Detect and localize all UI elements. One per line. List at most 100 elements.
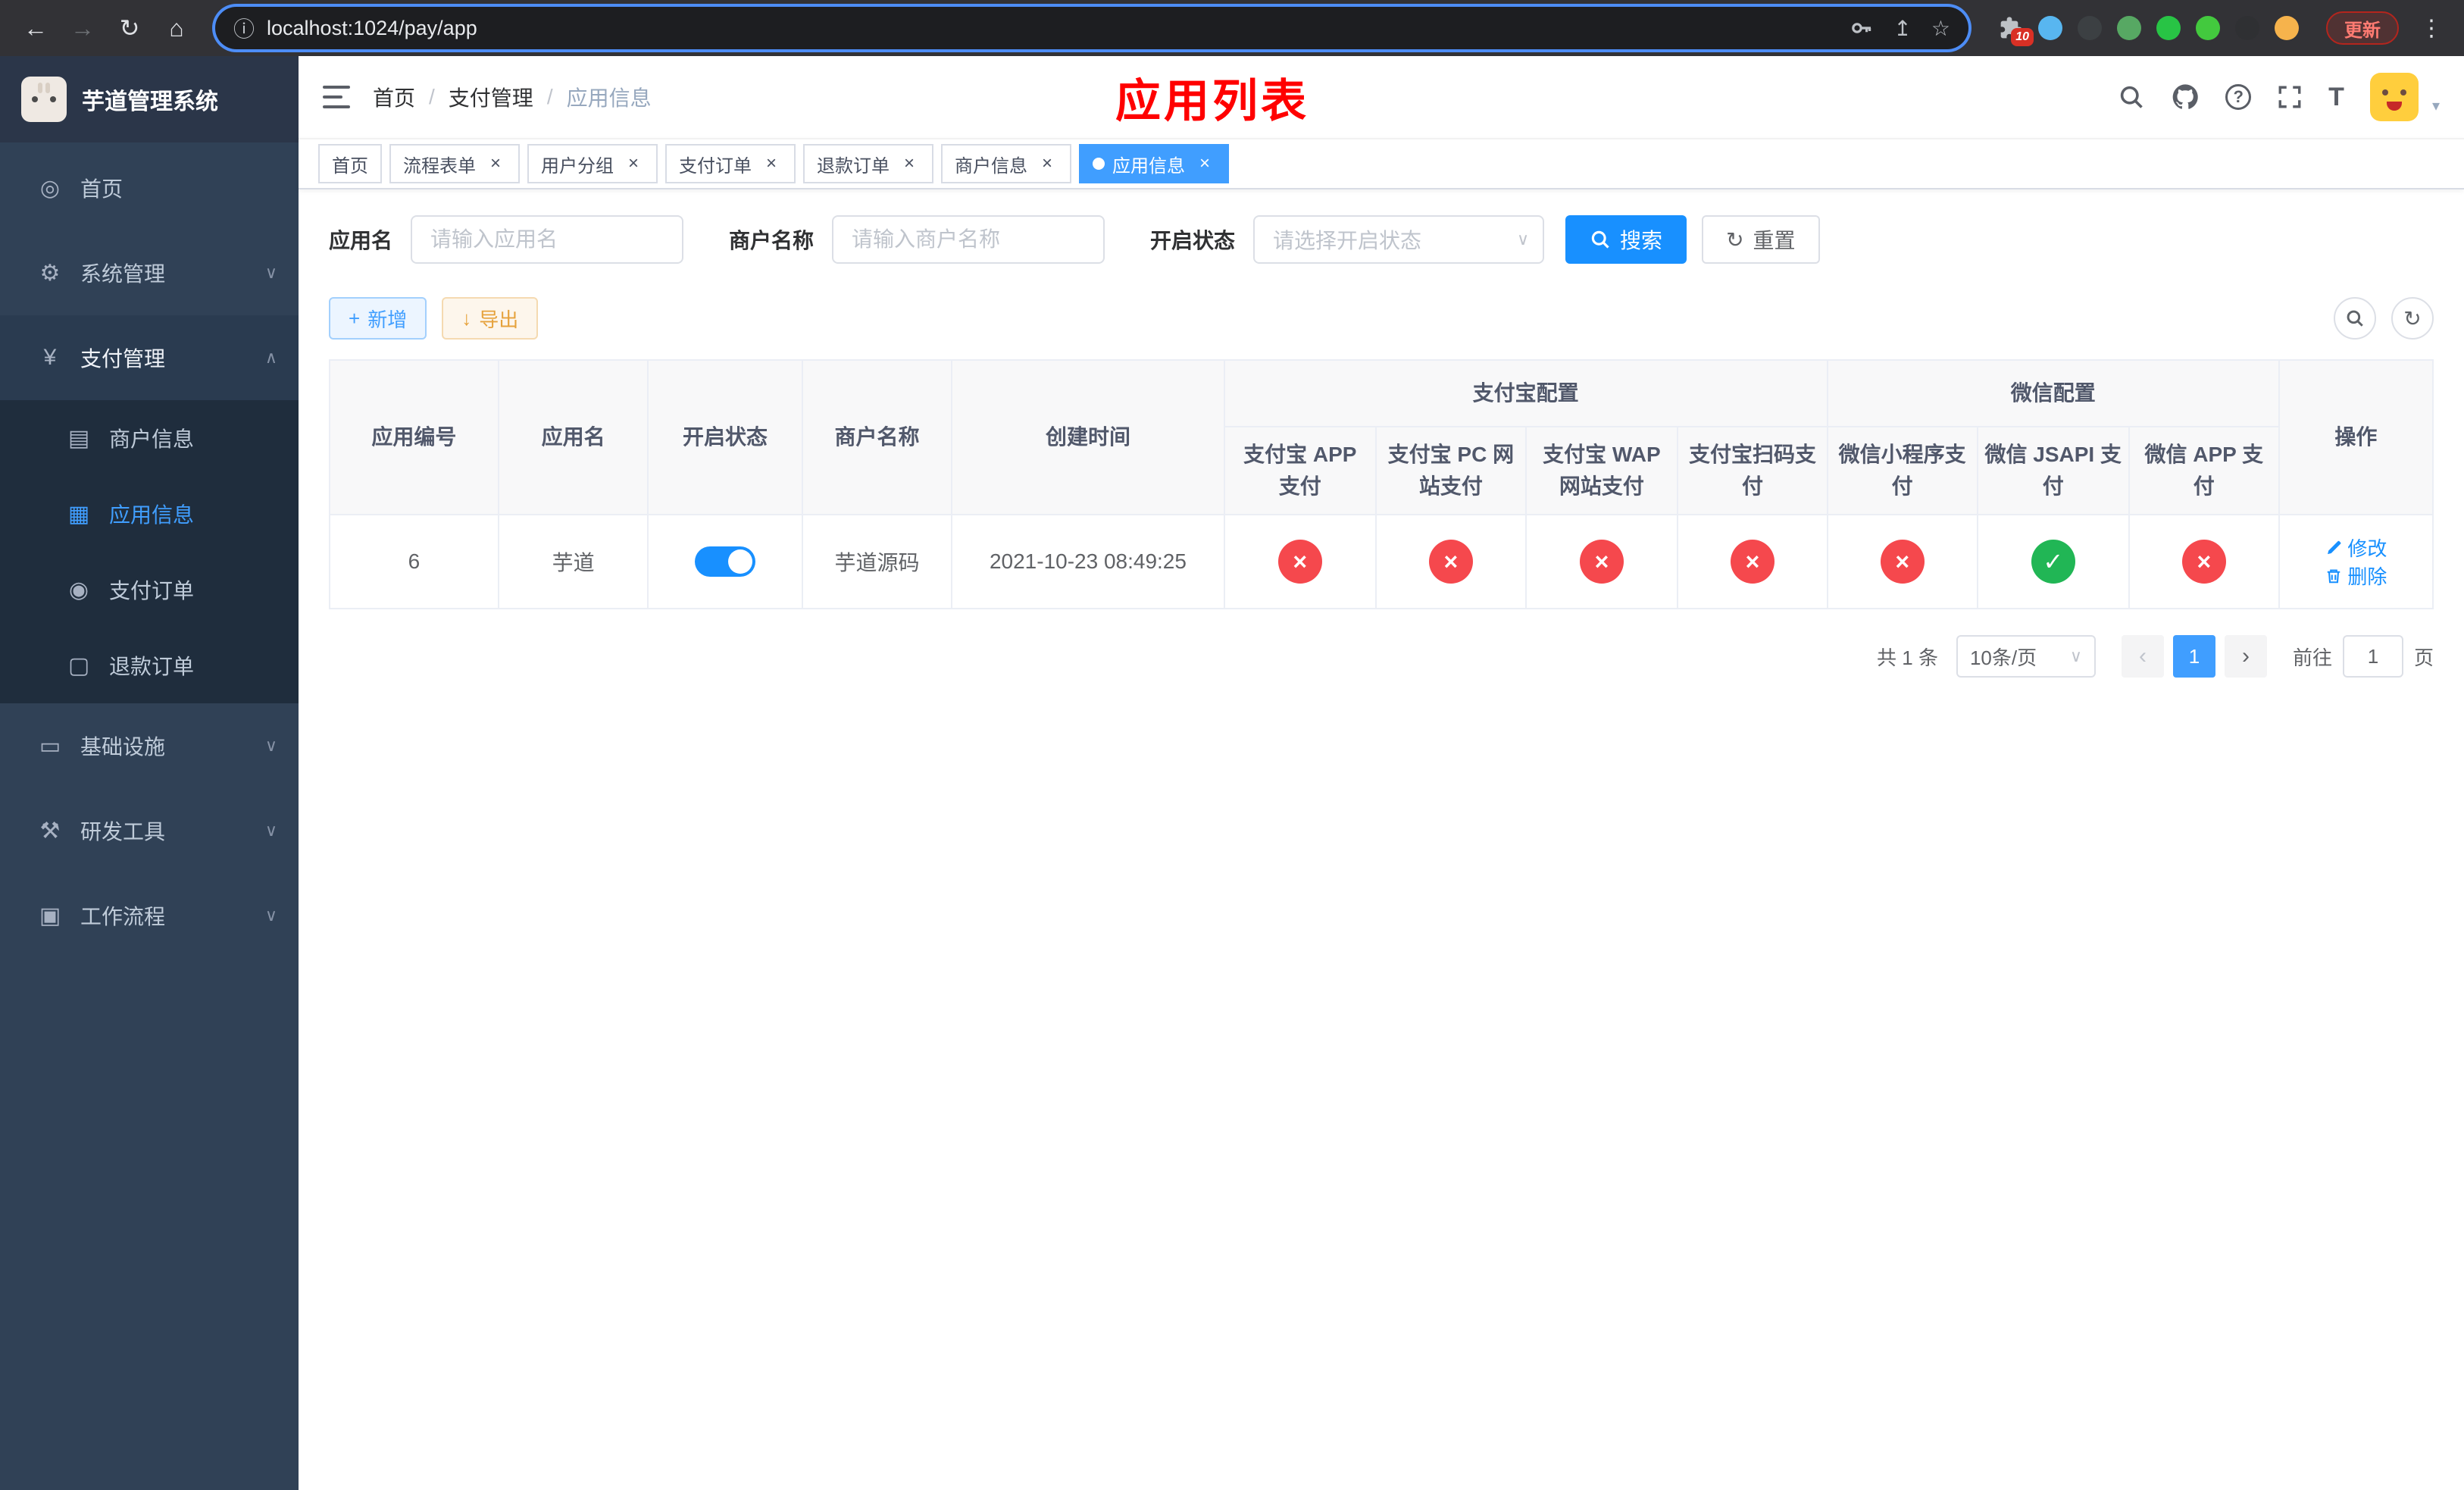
help-icon[interactable]: ? xyxy=(2225,84,2252,110)
export-button[interactable]: ↓ 导出 xyxy=(442,297,539,340)
search-icon[interactable] xyxy=(2118,83,2145,111)
sidebar-item-app-info[interactable]: ▦ 应用信息 xyxy=(0,476,299,552)
tab-merchant-info[interactable]: 商户信息 × xyxy=(941,144,1071,183)
back-icon[interactable]: ← xyxy=(15,8,56,49)
search-button[interactable]: 搜索 xyxy=(1565,215,1687,264)
close-icon[interactable]: × xyxy=(1194,153,1215,174)
page-size-select[interactable]: 10条/页 ∨ xyxy=(1956,635,2096,678)
menu-workflow-icon: ▣ xyxy=(39,903,61,928)
tab-label: 退款订单 xyxy=(817,155,890,177)
add-button[interactable]: + 新增 xyxy=(329,297,427,340)
sidebar-item-merchant-info[interactable]: ▤ 商户信息 xyxy=(0,400,299,476)
goto-label: 前往 xyxy=(2292,646,2332,669)
sidebar-item-refund-order[interactable]: ▢ 退款订单 xyxy=(0,628,299,703)
extensions-area: 10 xyxy=(1987,16,2311,46)
breadcrumb-separator: / xyxy=(546,85,553,108)
sidebar-item-home[interactable]: ◎ 首页 xyxy=(0,146,299,230)
close-icon[interactable]: × xyxy=(623,153,644,174)
tab-label: 应用信息 xyxy=(1112,155,1185,177)
browser-menu-icon[interactable]: ⋮ xyxy=(2414,15,2449,42)
disabled-cross-icon: × xyxy=(1880,540,1925,584)
merchant-name-label: 商户名称 xyxy=(729,229,815,252)
url-bar[interactable]: ⓘ localhost:1024/pay/app ↥ ☆ xyxy=(215,7,1968,49)
edit-button[interactable]: 修改 xyxy=(2325,534,2387,562)
close-icon[interactable]: × xyxy=(1037,153,1058,174)
header: 首页 / 支付管理 / 应用信息 应用列表 ? T ▾ xyxy=(299,56,2464,138)
menu-merchant-icon: ▤ xyxy=(67,425,90,451)
extension-icon[interactable] xyxy=(2117,16,2141,40)
header-actions: ? T ▾ xyxy=(2118,73,2440,121)
forward-icon[interactable]: → xyxy=(62,8,103,49)
toggle-search-button[interactable] xyxy=(2334,297,2376,340)
table-tools: ↻ xyxy=(2334,297,2434,340)
close-icon[interactable]: × xyxy=(485,153,506,174)
close-icon[interactable]: × xyxy=(761,153,782,174)
extension-icon[interactable] xyxy=(2038,16,2062,40)
chevron-down-icon: ∨ xyxy=(2069,646,2082,665)
tab-pay-order[interactable]: 支付订单 × xyxy=(665,144,796,183)
sidebar-item-label: 研发工具 xyxy=(80,820,166,844)
breadcrumb: 首页 / 支付管理 / 应用信息 xyxy=(373,82,652,112)
page-1-button[interactable]: 1 xyxy=(2172,635,2215,678)
sidebar-item-label: 基础设施 xyxy=(80,735,166,759)
password-key-icon[interactable] xyxy=(1850,16,1874,40)
tab-app-info[interactable]: 应用信息 × xyxy=(1079,144,1229,183)
home-icon[interactable]: ⌂ xyxy=(156,8,197,49)
sidebar-item-payment[interactable]: ¥ 支付管理 ∧ xyxy=(0,315,299,400)
update-button[interactable]: 更新 xyxy=(2326,11,2399,45)
prev-page-button[interactable]: ‹ xyxy=(2121,635,2164,678)
column-header: 应用名 xyxy=(497,359,649,515)
breadcrumb-item-payment[interactable]: 支付管理 xyxy=(449,82,533,112)
breadcrumb-item-home[interactable]: 首页 xyxy=(373,82,415,112)
app-table: 应用编号 应用名 开启状态 商户名称 创建时间 支付宝配置 微信配置 操作 支付宝 APP 支付… xyxy=(328,359,2434,609)
sidebar-item-pay-order[interactable]: ◉ 支付订单 xyxy=(0,552,299,628)
menu-pay-icon: ¥ xyxy=(43,345,57,370)
extension-icon[interactable] xyxy=(2156,16,2181,40)
status-label: 开启状态 xyxy=(1150,229,1236,252)
sidebar-item-dev-tools[interactable]: ⚒ 研发工具 ∨ xyxy=(0,788,299,873)
add-button-label: 新增 xyxy=(367,308,408,331)
column-header: 商户名称 xyxy=(801,359,953,515)
delete-button[interactable]: 删除 xyxy=(2325,562,2387,590)
share-icon[interactable]: ↥ xyxy=(1893,16,1911,41)
tab-process-form[interactable]: 流程表单 × xyxy=(389,144,520,183)
goto-page-input[interactable] xyxy=(2342,635,2403,678)
browser-window: ← → ↻ ⌂ ⓘ localhost:1024/pay/app ↥ ☆ 10 … xyxy=(0,0,2464,1490)
refresh-table-button[interactable]: ↻ xyxy=(2391,297,2434,340)
extensions-puzzle-icon[interactable]: 10 xyxy=(1999,16,2034,46)
site-info-icon[interactable]: ⓘ xyxy=(233,13,255,43)
extension-icon[interactable] xyxy=(2196,16,2220,40)
tab-home[interactable]: 首页 xyxy=(318,144,382,183)
app-name-label: 应用名 xyxy=(329,229,393,252)
extension-icon[interactable] xyxy=(2275,16,2299,40)
page-title: 应用列表 xyxy=(1115,75,1309,127)
reload-icon[interactable]: ↻ xyxy=(109,8,150,49)
status-toggle[interactable] xyxy=(695,546,756,577)
sidebar-item-infrastructure[interactable]: ▭ 基础设施 ∨ xyxy=(0,703,299,788)
tab-refund-order[interactable]: 退款订单 × xyxy=(803,144,933,183)
fullscreen-icon[interactable] xyxy=(2277,84,2303,110)
avatar[interactable] xyxy=(2369,73,2419,121)
close-icon[interactable]: × xyxy=(899,153,920,174)
hamburger-icon[interactable] xyxy=(323,86,350,108)
app-title: 芋道管理系统 xyxy=(82,89,218,114)
sidebar-item-system[interactable]: ⚙ 系统管理 ∨ xyxy=(0,230,299,315)
extension-icon[interactable] xyxy=(2235,16,2259,40)
pagination: 共 1 条 10条/页 ∨ ‹ 1 › 前往 页 xyxy=(329,635,2434,678)
merchant-name-input[interactable] xyxy=(832,215,1105,264)
bookmark-star-icon[interactable]: ☆ xyxy=(1931,16,1950,41)
page-jumper: 前往 页 xyxy=(2293,635,2434,678)
sidebar-item-workflow[interactable]: ▣ 工作流程 ∨ xyxy=(0,873,299,958)
enabled-check-icon: ✓ xyxy=(2031,540,2075,584)
column-header: 应用编号 xyxy=(328,359,499,515)
app-name-input[interactable] xyxy=(411,215,684,264)
column-header: 微信 JSAPI 支付 xyxy=(1976,426,2130,515)
extension-icon[interactable] xyxy=(2078,16,2102,40)
avatar-caret-icon[interactable]: ▾ xyxy=(2432,96,2440,121)
tab-user-group[interactable]: 用户分组 × xyxy=(527,144,658,183)
github-icon[interactable] xyxy=(2171,83,2200,111)
reset-button[interactable]: ↻ 重置 xyxy=(1702,215,1820,264)
next-page-button[interactable]: › xyxy=(2224,635,2267,678)
status-select[interactable]: 请选择开启状态 ∨ xyxy=(1253,215,1545,264)
font-size-icon[interactable]: T xyxy=(2328,83,2344,112)
